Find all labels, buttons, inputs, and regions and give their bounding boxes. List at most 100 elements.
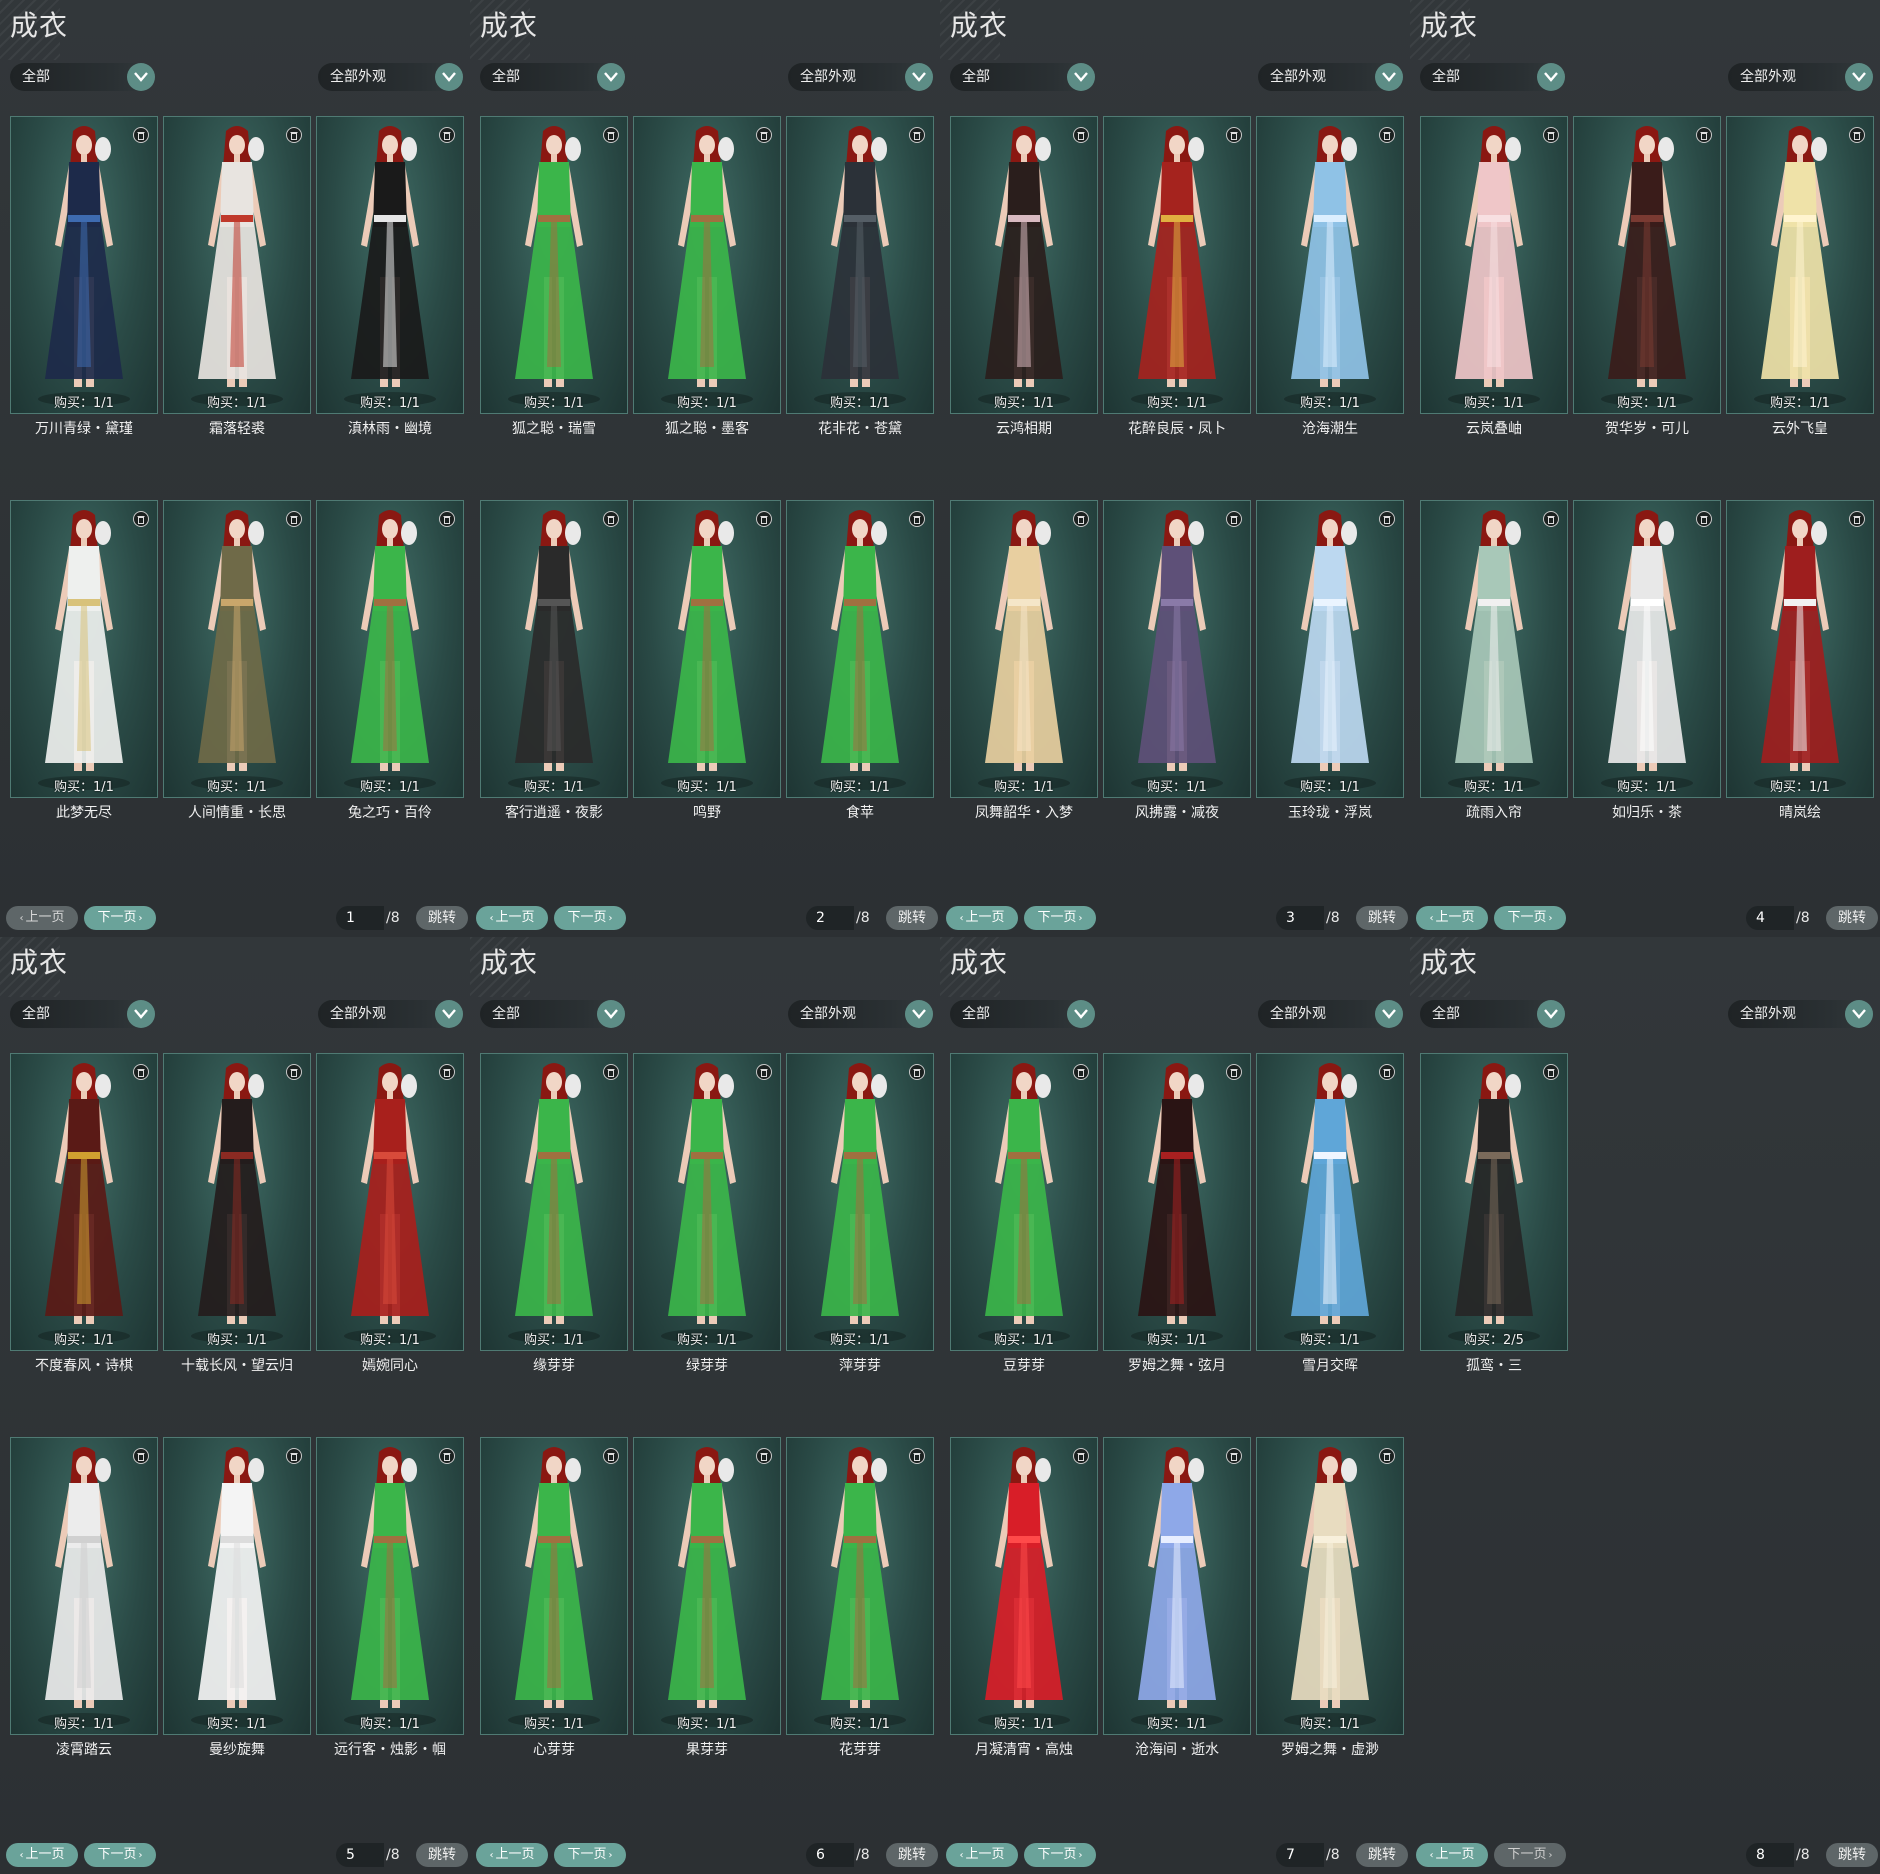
outfit-card[interactable]: 购买：1/1 玉玲珑・浮岚 [1256, 500, 1404, 821]
trash-icon[interactable] [603, 1448, 619, 1464]
jump-button[interactable]: 跳转 [416, 906, 468, 930]
outfit-card-frame[interactable]: 购买：1/1 [10, 500, 158, 798]
outfit-card[interactable]: 购买：1/1 狐之聪・瑞雪 [480, 116, 628, 437]
chevron-down-icon[interactable] [435, 63, 463, 91]
outfit-card-frame[interactable]: 购买：1/1 [316, 116, 464, 414]
outfit-card[interactable]: 购买：1/1 远行客・烛影・帼 [316, 1437, 464, 1758]
outfit-card[interactable]: 购买：1/1 人间情重・长思 [163, 500, 311, 821]
outfit-card[interactable]: 购买：1/1 花醉良辰・凤卜 [1103, 116, 1251, 437]
outfit-card-frame[interactable]: 购买：1/1 [480, 500, 628, 798]
outfit-card-frame[interactable]: 购买：1/1 [633, 116, 781, 414]
chevron-down-icon[interactable] [905, 63, 933, 91]
trash-icon[interactable] [1379, 127, 1395, 143]
outfit-card[interactable]: 购买：1/1 云外飞皇 [1726, 116, 1874, 437]
outfit-card-frame[interactable]: 购买：1/1 [1420, 116, 1568, 414]
outfit-card[interactable]: 购买：1/1 凤舞韶华・入梦 [950, 500, 1098, 821]
outfit-card[interactable]: 购买：1/1 狐之聪・墨客 [633, 116, 781, 437]
outfit-card-frame[interactable]: 购买：1/1 [1726, 116, 1874, 414]
outfit-card-frame[interactable]: 购买：1/1 [316, 500, 464, 798]
outfit-card[interactable]: 购买：1/1 凌霄踏云 [10, 1437, 158, 1758]
prev-page-button[interactable]: ‹ 上一页 [6, 906, 78, 930]
category-filter-dropdown[interactable]: 全部 [10, 63, 155, 91]
jump-button[interactable]: 跳转 [1826, 906, 1878, 930]
outfit-card-frame[interactable]: 购买：1/1 [1103, 1437, 1251, 1735]
outfit-card[interactable]: 购买：1/1 食苹 [786, 500, 934, 821]
outfit-card-frame[interactable]: 购买：1/1 [163, 500, 311, 798]
page-number-input[interactable]: 5 [336, 1843, 384, 1867]
trash-icon[interactable] [603, 1064, 619, 1080]
page-number-input[interactable]: 7 [1276, 1843, 1324, 1867]
trash-icon[interactable] [756, 127, 772, 143]
outfit-card-frame[interactable]: 购买：1/1 [10, 1437, 158, 1735]
trash-icon[interactable] [133, 1064, 149, 1080]
trash-icon[interactable] [1073, 127, 1089, 143]
chevron-down-icon[interactable] [1067, 63, 1095, 91]
outfit-card[interactable]: 购买：1/1 嫣婉同心 [316, 1053, 464, 1374]
trash-icon[interactable] [1073, 1064, 1089, 1080]
prev-page-button[interactable]: ‹ 上一页 [1416, 906, 1488, 930]
outfit-card-frame[interactable]: 购买：1/1 [950, 1437, 1098, 1735]
trash-icon[interactable] [439, 511, 455, 527]
prev-page-button[interactable]: ‹ 上一页 [6, 1843, 78, 1867]
outfit-card[interactable]: 购买：1/1 萍芽芽 [786, 1053, 934, 1374]
trash-icon[interactable] [439, 1064, 455, 1080]
category-filter-dropdown[interactable]: 全部 [950, 63, 1095, 91]
outfit-card-frame[interactable]: 购买：1/1 [1573, 500, 1721, 798]
outfit-card[interactable]: 购买：1/1 沧海间・逝水 [1103, 1437, 1251, 1758]
trash-icon[interactable] [1379, 511, 1395, 527]
outfit-card-frame[interactable]: 购买：1/1 [1256, 1053, 1404, 1351]
outfit-card[interactable]: 购买：1/1 心芽芽 [480, 1437, 628, 1758]
outfit-card-frame[interactable]: 购买：1/1 [163, 116, 311, 414]
trash-icon[interactable] [286, 127, 302, 143]
trash-icon[interactable] [909, 1448, 925, 1464]
trash-icon[interactable] [286, 1064, 302, 1080]
trash-icon[interactable] [439, 127, 455, 143]
chevron-down-icon[interactable] [1537, 63, 1565, 91]
outfit-card[interactable]: 购买：1/1 沧海潮生 [1256, 116, 1404, 437]
outfit-card[interactable]: 购买：2/5 孤鸾・三 [1420, 1053, 1568, 1374]
trash-icon[interactable] [286, 1448, 302, 1464]
outfit-card[interactable]: 购买：1/1 鸣野 [633, 500, 781, 821]
chevron-down-icon[interactable] [1375, 63, 1403, 91]
outfit-card-frame[interactable]: 购买：2/5 [1420, 1053, 1568, 1351]
outfit-card-frame[interactable]: 购买：1/1 [950, 1053, 1098, 1351]
chevron-down-icon[interactable] [1537, 1000, 1565, 1028]
jump-button[interactable]: 跳转 [886, 1843, 938, 1867]
page-number-input[interactable]: 2 [806, 906, 854, 930]
outfit-card-frame[interactable]: 购买：1/1 [1256, 1437, 1404, 1735]
outfit-card-frame[interactable]: 购买：1/1 [950, 500, 1098, 798]
outfit-card[interactable]: 购买：1/1 曼纱旋舞 [163, 1437, 311, 1758]
jump-button[interactable]: 跳转 [1826, 1843, 1878, 1867]
outfit-card[interactable]: 购买：1/1 不度春风・诗棋 [10, 1053, 158, 1374]
page-number-input[interactable]: 3 [1276, 906, 1324, 930]
category-filter-dropdown[interactable]: 全部 [1420, 63, 1565, 91]
trash-icon[interactable] [1073, 511, 1089, 527]
outfit-card[interactable]: 购买：1/1 疏雨入帘 [1420, 500, 1568, 821]
trash-icon[interactable] [1226, 1064, 1242, 1080]
outfit-card-frame[interactable]: 购买：1/1 [10, 116, 158, 414]
trash-icon[interactable] [1849, 511, 1865, 527]
outfit-card-frame[interactable]: 购买：1/1 [786, 1053, 934, 1351]
trash-icon[interactable] [603, 511, 619, 527]
outfit-card-frame[interactable]: 购买：1/1 [1256, 116, 1404, 414]
trash-icon[interactable] [133, 127, 149, 143]
trash-icon[interactable] [756, 1064, 772, 1080]
trash-icon[interactable] [1696, 511, 1712, 527]
appearance-filter-dropdown[interactable]: 全部外观 [318, 1000, 463, 1028]
outfit-card[interactable]: 购买：1/1 如归乐・茶 [1573, 500, 1721, 821]
outfit-card-frame[interactable]: 购买：1/1 [1103, 500, 1251, 798]
outfit-card-frame[interactable]: 购买：1/1 [1726, 500, 1874, 798]
page-number-input[interactable]: 6 [806, 1843, 854, 1867]
outfit-card[interactable]: 购买：1/1 花非花・苍黛 [786, 116, 934, 437]
outfit-card-frame[interactable]: 购买：1/1 [950, 116, 1098, 414]
outfit-card-frame[interactable]: 购买：1/1 [480, 116, 628, 414]
outfit-card[interactable]: 购买：1/1 豆芽芽 [950, 1053, 1098, 1374]
chevron-down-icon[interactable] [905, 1000, 933, 1028]
jump-button[interactable]: 跳转 [886, 906, 938, 930]
trash-icon[interactable] [1696, 127, 1712, 143]
outfit-card[interactable]: 购买：1/1 果芽芽 [633, 1437, 781, 1758]
trash-icon[interactable] [133, 511, 149, 527]
appearance-filter-dropdown[interactable]: 全部外观 [1728, 63, 1873, 91]
appearance-filter-dropdown[interactable]: 全部外观 [1728, 1000, 1873, 1028]
trash-icon[interactable] [1849, 127, 1865, 143]
